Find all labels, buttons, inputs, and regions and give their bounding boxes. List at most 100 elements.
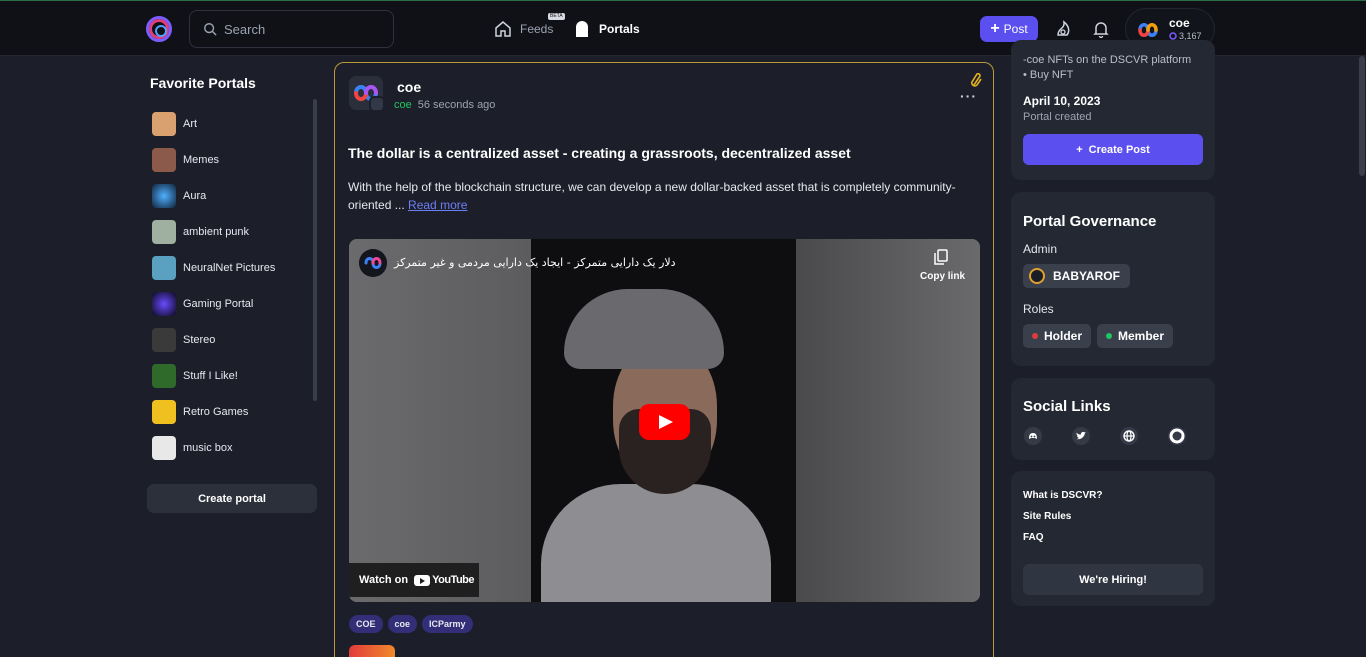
plus-icon: + — [1076, 143, 1083, 156]
portal-thumbnail — [152, 256, 176, 280]
about-line: • Buy NFT — [1023, 69, 1074, 81]
dscvr-logo-icon[interactable] — [146, 16, 172, 42]
channel-logo-icon[interactable] — [359, 249, 387, 277]
youtube-wordmark: YouTube — [432, 574, 475, 586]
sidebar-item-label: Stuff I Like! — [183, 370, 238, 382]
roles-label: Roles — [1023, 302, 1054, 316]
link-what-is-dscvr[interactable]: What is DSCVR? — [1023, 490, 1102, 501]
post-card[interactable]: coe coe 56 seconds ago ··· The dollar is… — [334, 62, 994, 657]
admin-label: Admin — [1023, 242, 1058, 256]
role-color-dot — [1106, 333, 1112, 339]
video-title[interactable]: دلار یک دارایی متمرکز - ایجاد یک دارایی … — [394, 256, 676, 269]
role-label: Member — [1118, 329, 1165, 343]
tag-chip[interactable]: ICParmy — [422, 615, 473, 633]
sidebar-item-art[interactable]: Art — [152, 106, 312, 142]
watch-on-youtube-button[interactable]: Watch on YouTube — [349, 563, 479, 597]
video-figure — [564, 289, 724, 369]
sidebar-item-neuralnet-pictures[interactable]: NeuralNet Pictures — [152, 250, 312, 286]
copy-link-label[interactable]: Copy link — [920, 271, 965, 282]
portal-thumbnail — [152, 148, 176, 172]
search-input[interactable] — [224, 19, 384, 39]
nav-feeds[interactable]: Feeds — [494, 18, 553, 40]
bell-icon[interactable] — [1092, 20, 1110, 38]
admin-chip[interactable]: BABYAROF — [1023, 264, 1130, 288]
nav-portals[interactable]: Portals — [575, 18, 640, 40]
sidebar-item-label: Gaming Portal — [183, 298, 254, 310]
streak-icon[interactable] — [1055, 20, 1073, 38]
youtube-embed[interactable]: دلار یک دارایی متمرکز - ایجاد یک دارایی … — [349, 239, 980, 602]
sidebar-item-aura[interactable]: Aura — [152, 178, 312, 214]
role-holder[interactable]: Holder — [1023, 324, 1092, 348]
favorite-portals-title: Favorite Portals — [150, 75, 256, 91]
create-post-button[interactable]: + Create Post — [1023, 134, 1203, 165]
twitter-icon[interactable] — [1072, 427, 1090, 445]
sidebar-item-music-box[interactable]: music box — [152, 430, 312, 466]
link-faq[interactable]: FAQ — [1023, 532, 1044, 543]
globe-icon[interactable] — [1120, 427, 1138, 445]
governance-title: Portal Governance — [1023, 213, 1157, 230]
sidebar-item-label: Aura — [183, 190, 207, 202]
user-name: coe — [1169, 16, 1190, 30]
home-icon — [495, 21, 511, 37]
post-time: 56 seconds ago — [417, 99, 496, 111]
post-button-label: Post — [1003, 22, 1028, 36]
post-button[interactable]: + Post — [980, 16, 1038, 42]
page-scrollbar[interactable] — [1359, 56, 1365, 176]
portal-icon — [576, 21, 588, 37]
create-post-label: Create Post — [1088, 143, 1150, 156]
reaction-button[interactable] — [349, 645, 395, 657]
portal-created-date: April 10, 2023 — [1023, 94, 1101, 108]
nav-feeds-label: Feeds — [520, 22, 554, 36]
post-portal-avatar[interactable] — [349, 76, 385, 112]
sidebar-item-label: Retro Games — [183, 406, 249, 418]
create-portal-button[interactable]: Create portal — [147, 484, 317, 513]
sidebar-item-label: ambient punk — [183, 226, 250, 238]
favorite-portals-list: Art Memes Aura ambient punk NeuralNet Pi… — [152, 106, 312, 466]
dscvr-icon[interactable] — [1168, 427, 1186, 445]
sidebar-item-stuff-i-like[interactable]: Stuff I Like! — [152, 358, 312, 394]
portal-thumbnail — [152, 292, 176, 316]
tag-chip[interactable]: COE — [349, 615, 383, 633]
post-author[interactable]: coe — [397, 79, 421, 95]
sidebar-item-gaming-portal[interactable]: Gaming Portal — [152, 286, 312, 322]
pin-icon — [971, 73, 982, 87]
portal-thumbnail — [152, 184, 176, 208]
portal-about-card: -coe NFTs on the DSCVR platform • Buy NF… — [1011, 40, 1215, 180]
hiring-button[interactable]: We're Hiring! — [1023, 564, 1203, 595]
sidebar-item-label: Memes — [183, 154, 220, 166]
video-background — [796, 239, 980, 602]
social-links-card: Social Links — [1011, 378, 1215, 460]
post-title[interactable]: The dollar is a centralized asset - crea… — [348, 145, 851, 161]
copy-icon[interactable] — [934, 249, 948, 265]
beta-badge: BETA — [548, 13, 565, 20]
read-more-link[interactable]: Read more — [408, 198, 467, 212]
sidebar-item-memes[interactable]: Memes — [152, 142, 312, 178]
play-button-icon[interactable] — [639, 404, 690, 440]
social-links-title: Social Links — [1023, 398, 1111, 415]
sidebar-item-ambient-punk[interactable]: ambient punk — [152, 214, 312, 250]
nav-portals-label: Portals — [599, 22, 640, 36]
youtube-icon — [414, 574, 431, 586]
sidebar-item-retro-games[interactable]: Retro Games — [152, 394, 312, 430]
portal-governance-card: Portal Governance Admin BABYAROF Roles H… — [1011, 192, 1215, 366]
sidebar-item-stereo[interactable]: Stereo — [152, 322, 312, 358]
discord-icon[interactable] — [1024, 427, 1042, 445]
plus-icon: + — [990, 20, 1000, 37]
tag-chip[interactable]: coe — [387, 615, 418, 633]
portal-thumbnail — [152, 112, 176, 136]
portal-thumbnail — [152, 436, 176, 460]
portal-thumbnail — [152, 364, 176, 388]
post-body: With the help of the blockchain structur… — [348, 178, 968, 214]
post-portal-link[interactable]: coe — [394, 99, 412, 111]
sidebar-scrollbar[interactable] — [313, 99, 317, 401]
search-box[interactable] — [189, 10, 394, 48]
about-line: -coe NFTs on the DSCVR platform — [1023, 54, 1192, 66]
link-site-rules[interactable]: Site Rules — [1023, 511, 1071, 522]
youtube-logo: YouTube — [414, 574, 475, 586]
role-color-dot — [1032, 333, 1038, 339]
more-options-icon[interactable]: ··· — [960, 88, 977, 104]
role-label: Holder — [1044, 329, 1083, 343]
role-member[interactable]: Member — [1097, 324, 1174, 348]
sidebar-item-label: Art — [183, 118, 198, 130]
watch-on-label: Watch on — [359, 574, 409, 586]
